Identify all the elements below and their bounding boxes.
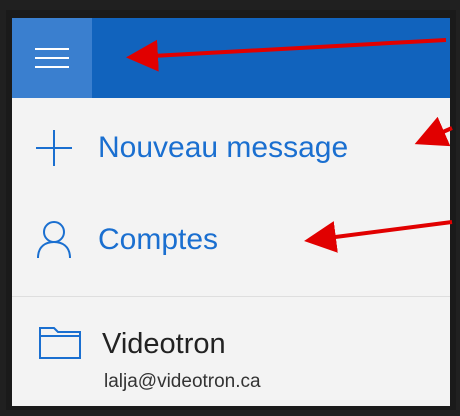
new-message-button[interactable]: Nouveau message [12,118,450,178]
person-icon [37,221,71,259]
accounts-button[interactable]: Comptes [12,210,450,270]
accounts-label: Comptes [98,223,219,256]
account-item-videotron[interactable]: Videotron lalja@videotron.ca [12,308,450,403]
account-email: lalja@videotron.ca [104,371,261,392]
account-name: Videotron [102,328,226,360]
menu-button[interactable] [12,18,92,98]
mail-nav-pane: Nouveau message Comptes Videotron lalja@… [12,18,450,406]
plus-icon [36,130,72,166]
folder-icon [39,327,81,359]
window-frame: Nouveau message Comptes Videotron lalja@… [6,10,456,410]
new-message-label: Nouveau message [98,131,349,164]
nav-header [12,18,450,98]
divider [12,296,450,297]
hamburger-icon [35,48,69,68]
